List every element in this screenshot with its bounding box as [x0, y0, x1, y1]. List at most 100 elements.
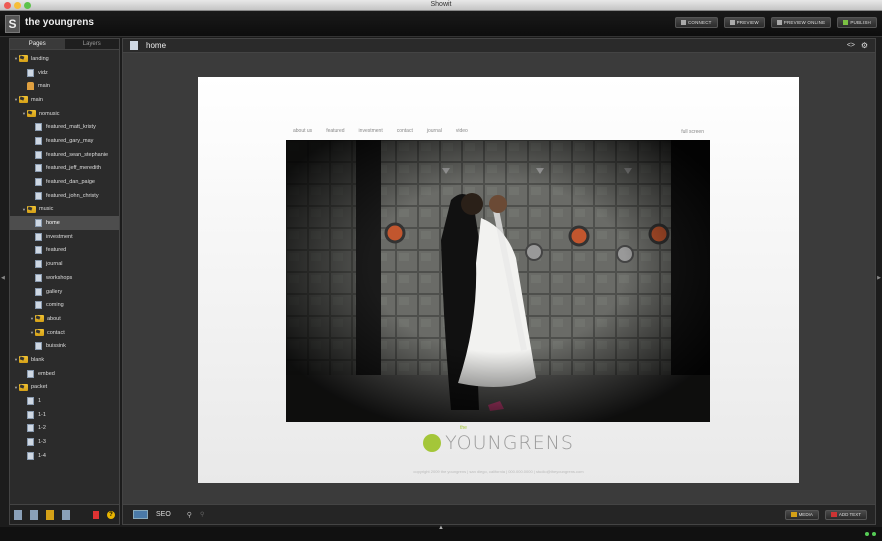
preview-button-label: PREVIEW [736, 20, 759, 25]
fullscreen-link[interactable]: full screen [681, 129, 704, 135]
folder-icon [19, 55, 28, 63]
tab-pages[interactable]: Pages [10, 39, 65, 49]
tree-page[interactable]: 1-1 [10, 408, 119, 422]
tree-page[interactable]: featured_sean_stephanie [10, 148, 119, 162]
tree-page[interactable]: 1-4 [10, 449, 119, 463]
header-actions: CONNECT PREVIEW PREVIEW ONLINE PUBLISH [674, 17, 877, 28]
tree-item-label: vidz [38, 69, 48, 76]
media-button[interactable]: MEDIA [784, 509, 819, 520]
tree-page[interactable]: embed [10, 367, 119, 381]
site-copyright: copyright 2009 the youngrens | san diego… [413, 469, 584, 474]
seo-button[interactable]: SEO [156, 511, 171, 518]
collapse-right-icon[interactable]: ▶ [877, 275, 881, 281]
page-icon [35, 301, 42, 310]
tree-page[interactable]: gallery [10, 285, 119, 299]
zoom-out-icon[interactable]: ⚲ [200, 511, 204, 518]
tree-folder[interactable]: ▼ blank [10, 353, 119, 367]
brand-wordmark: YOUNGRENS [445, 432, 574, 454]
tree-page[interactable]: featured_jeff_meredith [10, 162, 119, 176]
window-title: Showit [430, 1, 452, 8]
tree-page[interactable]: investment [10, 230, 119, 244]
zoom-in-icon[interactable]: ⚲ [187, 511, 192, 519]
tree-page[interactable]: featured_gary_may [10, 134, 119, 148]
tree-folder[interactable]: ▼ contact [10, 326, 119, 340]
tree-item-label: featured [46, 247, 67, 254]
locked-page-icon [27, 82, 34, 91]
site-nav-link[interactable]: contact [397, 128, 413, 134]
expand-panel-icon[interactable]: ▲ [438, 525, 444, 531]
hero-photo[interactable] [286, 140, 710, 422]
tree-page[interactable]: coming [10, 298, 119, 312]
pages-sidebar: Pages Layers ▼ landing vidz main ▼ main ▼ nomus… [9, 38, 120, 525]
tree-item-label: buissink [46, 343, 66, 350]
site-preview[interactable]: about us featured investment contact journal… [198, 77, 799, 483]
page-icon [35, 178, 42, 187]
gear-icon[interactable]: ⚙ [861, 41, 868, 50]
folder-icon [19, 383, 28, 391]
tree-item-label: featured_jeff_meredith [46, 165, 101, 172]
tree-page[interactable]: journal [10, 257, 119, 271]
tree-page[interactable]: home [10, 216, 119, 230]
tree-folder[interactable]: ▼ nomusic [10, 107, 119, 121]
collapse-left-icon[interactable]: ◀ [1, 275, 5, 281]
tree-item-label: featured_gary_may [46, 137, 94, 144]
tree-page[interactable]: featured [10, 244, 119, 258]
sidebar-tabs: Pages Layers [10, 39, 119, 50]
seo-icon[interactable] [133, 510, 148, 519]
tree-page[interactable]: 1-2 [10, 422, 119, 436]
site-brand: YOUNGRENS the [198, 425, 799, 454]
tree-page[interactable]: featured_matt_kristy [10, 120, 119, 134]
tree-item-label: journal [46, 261, 63, 268]
tree-page[interactable]: 1 [10, 394, 119, 408]
tree-item-label: featured_john_christy [46, 192, 99, 199]
folder-icon [35, 315, 44, 323]
tree-page[interactable]: vidz [10, 66, 119, 80]
site-nav-link[interactable]: about us [293, 128, 312, 134]
code-icon[interactable]: <> [847, 42, 855, 49]
site-nav-link[interactable]: journal [427, 128, 442, 134]
duplicate-page-icon[interactable] [30, 509, 38, 520]
publish-button[interactable]: PUBLISH [837, 17, 877, 28]
tree-folder[interactable]: ▼ landing [10, 52, 119, 66]
add-text-button[interactable]: ADD TEXT [824, 509, 867, 520]
connect-button[interactable]: CONNECT [674, 17, 718, 28]
page-icon [35, 136, 42, 145]
folder-icon [27, 205, 36, 213]
brand-the: the [460, 425, 467, 431]
tab-layers[interactable]: Layers [65, 39, 120, 49]
add-page-icon[interactable] [14, 509, 22, 520]
connect-icon [680, 20, 686, 25]
sidebar-footer: ? [10, 504, 119, 524]
page-settings-icon[interactable] [62, 509, 70, 520]
site-name: the youngrens [25, 17, 94, 28]
tree-item-label: home [46, 220, 60, 227]
tree-folder[interactable]: ▼ music [10, 203, 119, 217]
site-nav-link[interactable]: investment [359, 128, 383, 134]
site-nav-link[interactable]: video [456, 128, 468, 134]
tree-page[interactable]: 1-3 [10, 435, 119, 449]
page-icon [130, 41, 138, 50]
tree-page[interactable]: featured_john_christy [10, 189, 119, 203]
tree-item-label: investment [46, 233, 73, 240]
tree-page[interactable]: featured_dan_paige [10, 175, 119, 189]
tree-page[interactable]: buissink [10, 339, 119, 353]
preview-button[interactable]: PREVIEW [723, 17, 765, 28]
trash-icon[interactable] [93, 510, 99, 519]
tree-folder[interactable]: ▼ main [10, 93, 119, 107]
tree-page[interactable]: main [10, 79, 119, 93]
page-icon [35, 287, 42, 296]
tree-item-label: landing [31, 55, 49, 62]
tree-folder[interactable]: ▼ about [10, 312, 119, 326]
preview-online-button[interactable]: PREVIEW ONLINE [770, 17, 832, 28]
page-icon [35, 123, 42, 132]
page-icon [27, 451, 34, 460]
page-icon [27, 410, 34, 419]
publish-button-label: PUBLISH [850, 20, 871, 25]
page-icon [35, 164, 42, 173]
site-nav-link[interactable]: featured [326, 128, 344, 134]
add-folder-icon[interactable] [46, 509, 54, 520]
tree-page[interactable]: workshops [10, 271, 119, 285]
help-icon[interactable]: ? [107, 510, 115, 519]
tree-folder[interactable]: ▼ packet [10, 381, 119, 395]
page-icon [27, 369, 34, 378]
